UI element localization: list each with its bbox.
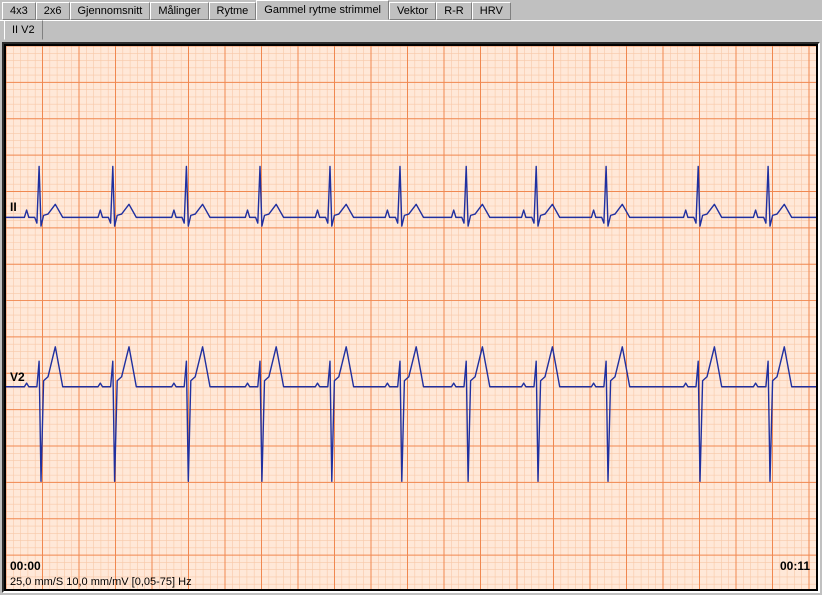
time-start: 00:00 bbox=[10, 559, 41, 573]
ecg-traces bbox=[6, 46, 816, 589]
tab-hrv[interactable]: HRV bbox=[472, 2, 511, 20]
main-tab-row: 4x32x6GjennomsnittMålingerRytmeGammel ry… bbox=[0, 0, 822, 20]
content-frame: II V2 00:00 00:11 25,0 mm/S 10,0 mm/mV [… bbox=[2, 42, 820, 593]
lead-label-ii: II bbox=[10, 200, 17, 214]
ecg-window: 4x32x6GjennomsnittMålingerRytmeGammel ry… bbox=[0, 0, 822, 595]
tab-gjennomsnitt[interactable]: Gjennomsnitt bbox=[70, 2, 151, 20]
lead-label-v2: V2 bbox=[10, 370, 25, 384]
subtab-ii-v2[interactable]: II V2 bbox=[4, 20, 43, 40]
scale-info: 25,0 mm/S 10,0 mm/mV [0,05-75] Hz bbox=[10, 576, 192, 588]
tab-rytme[interactable]: Rytme bbox=[209, 2, 257, 20]
tab-4x3[interactable]: 4x3 bbox=[2, 2, 36, 20]
time-end: 00:11 bbox=[780, 559, 810, 573]
tab-2x6[interactable]: 2x6 bbox=[36, 2, 70, 20]
sub-tab-row: II V2 bbox=[0, 20, 822, 40]
ecg-area: II V2 00:00 00:11 25,0 mm/S 10,0 mm/mV [… bbox=[6, 46, 816, 589]
tab-vektor[interactable]: Vektor bbox=[389, 2, 436, 20]
tab-m-linger[interactable]: Målinger bbox=[150, 2, 208, 20]
tab-gammel-rytme-strimmel[interactable]: Gammel rytme strimmel bbox=[256, 0, 389, 20]
tab-r-r[interactable]: R-R bbox=[436, 2, 472, 20]
